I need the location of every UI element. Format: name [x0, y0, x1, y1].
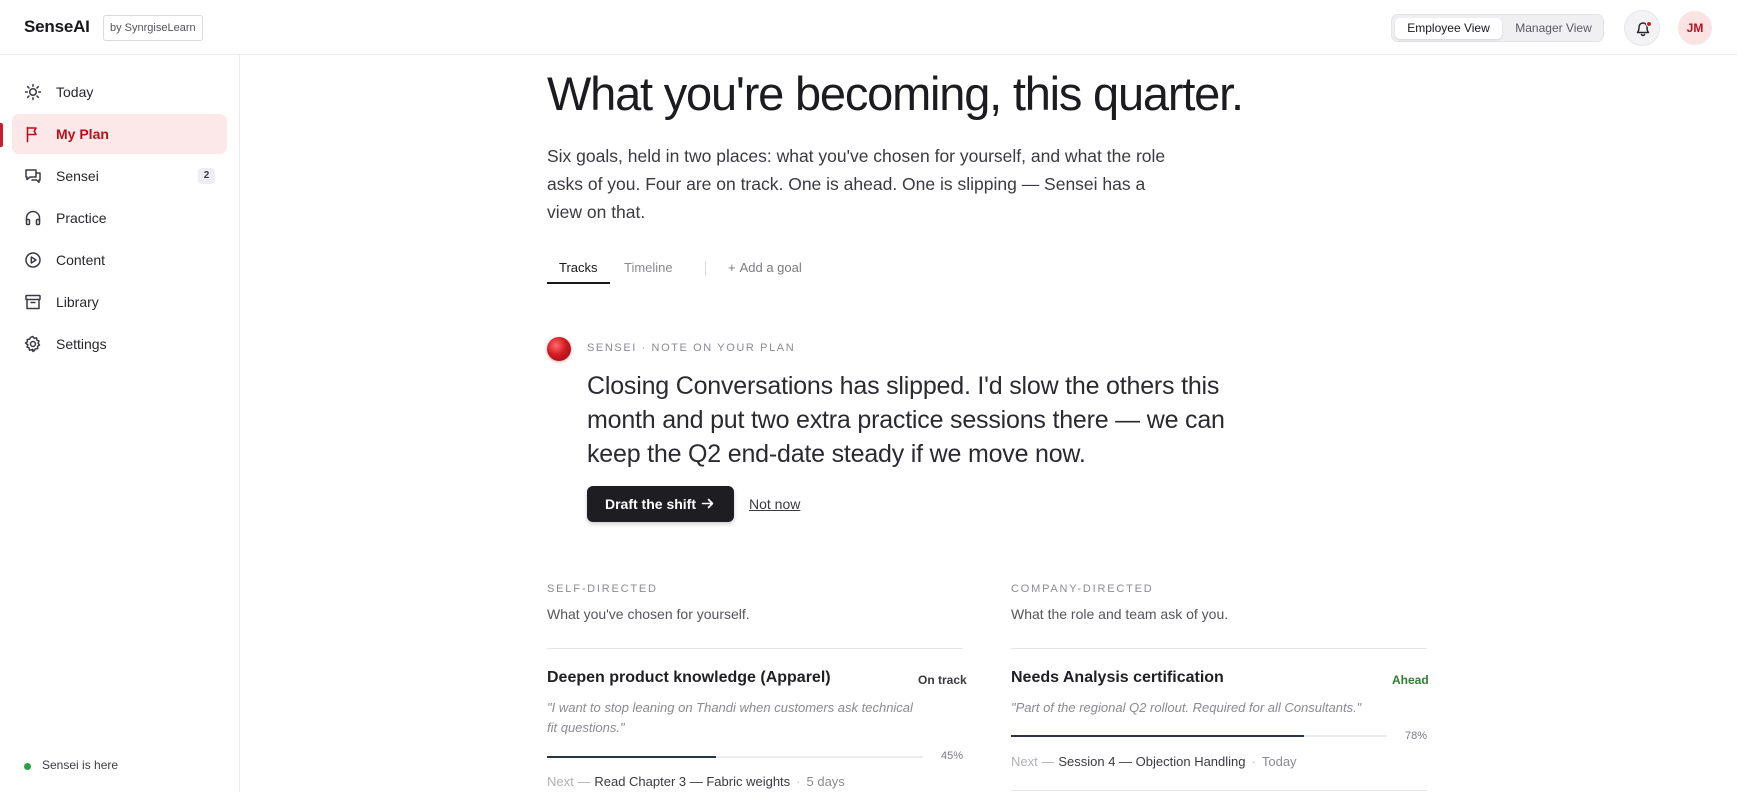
sensei-status-text: Sensei is here	[42, 758, 119, 772]
progress-fill	[547, 756, 717, 758]
next-prefix: Next —	[547, 774, 591, 789]
column-label: SELF-DIRECTED	[547, 583, 658, 595]
sidebar: Today My Plan Sensei 2 Practice Content	[0, 55, 240, 792]
sidebar-item-label: Settings	[56, 336, 107, 352]
tab-tracks[interactable]: Tracks	[547, 260, 610, 284]
flag-icon	[26, 126, 37, 143]
draft-shift-label: Draft the shift	[605, 496, 696, 512]
notification-dot	[1646, 21, 1652, 27]
next-step-due: Today	[1261, 754, 1297, 769]
notifications-button[interactable]	[1624, 10, 1660, 46]
avatar[interactable]: JM	[1678, 11, 1712, 45]
separator: ·	[796, 774, 801, 789]
add-goal-button[interactable]: + Add a goal	[728, 260, 802, 275]
sidebar-item-label: Content	[56, 252, 106, 268]
column-subtitle: What you've chosen for yourself.	[547, 606, 750, 622]
status-badge: On track	[918, 673, 967, 687]
goal-quote: "Part of the regional Q2 rollout. Requir…	[1011, 700, 1362, 715]
archive-icon	[25, 294, 41, 310]
sidebar-item-label: Library	[56, 294, 99, 310]
sidebar-item-content[interactable]: Content	[12, 240, 227, 280]
plus-icon: +	[728, 260, 736, 275]
tab-timeline[interactable]: Timeline	[612, 260, 685, 284]
sidebar-item-today[interactable]: Today	[12, 72, 227, 112]
gear-icon	[24, 335, 41, 353]
not-now-link[interactable]: Not now	[749, 496, 800, 512]
note-label: SENSEI · NOTE ON YOUR PLAN	[587, 342, 796, 354]
next-step-due: 5 days	[806, 774, 845, 789]
sensei-orb-icon	[547, 337, 571, 361]
tab-divider	[705, 261, 706, 276]
manager-view-button[interactable]: Manager View	[1505, 18, 1602, 39]
sidebar-item-label: My Plan	[56, 126, 109, 142]
chat-icon	[25, 169, 41, 184]
draft-shift-button[interactable]: Draft the shift	[587, 486, 734, 522]
add-goal-label: Add a goal	[739, 260, 802, 275]
online-dot	[24, 763, 31, 770]
column-divider	[1011, 648, 1427, 649]
next-step[interactable]: Next — Read Chapter 3 — Fabric weights · 5 …	[547, 774, 845, 789]
sidebar-item-practice[interactable]: Practice	[12, 198, 227, 238]
sensei-note: Closing Conversations has slipped. I'd s…	[587, 372, 1225, 468]
sidebar-item-label: Practice	[56, 210, 107, 226]
column-label: COMPANY-DIRECTED	[1011, 583, 1154, 595]
column-subtitle: What the role and team ask of you.	[1011, 606, 1229, 622]
progress-percent: 78%	[1405, 730, 1428, 742]
card-divider	[1011, 790, 1427, 791]
sun-icon	[24, 83, 42, 101]
next-step-label: Session 4 — Objection Handling	[1058, 754, 1246, 769]
sidebar-item-my-plan[interactable]: My Plan	[12, 114, 227, 154]
progress-track	[1011, 735, 1387, 737]
page-title: What you're becoming, this quarter.	[547, 67, 1244, 120]
sidebar-item-label: Sensei	[56, 168, 99, 184]
sidebar-item-sensei[interactable]: Sensei 2	[12, 156, 227, 196]
separator: ·	[1251, 754, 1256, 769]
employee-view-button[interactable]: Employee View	[1395, 18, 1502, 39]
active-indicator	[0, 123, 3, 147]
sidebar-item-settings[interactable]: Settings	[12, 324, 227, 364]
page-subtitle: Six goals, held in two places: what you'…	[547, 146, 1166, 222]
progress-track	[547, 756, 923, 758]
brand-tag: by SynrgiseLearn	[103, 15, 203, 41]
goal-quote: "I want to stop leaning on Thandi when c…	[547, 700, 913, 735]
top-bar: SenseAI by SynrgiseLearn Employee View M…	[0, 0, 1737, 55]
plan-tabs: Tracks Timeline + Add a goal	[547, 258, 847, 284]
goal-title[interactable]: Needs Analysis certification	[1011, 669, 1224, 687]
play-circle-icon	[25, 252, 41, 268]
view-toggle: Employee View Manager View	[1391, 14, 1604, 42]
brand-logo[interactable]: SenseAI	[24, 17, 90, 37]
next-prefix: Next —	[1011, 754, 1055, 769]
next-step[interactable]: Next — Session 4 — Objection Handling · Tod…	[1011, 754, 1297, 769]
next-step-label: Read Chapter 3 — Fabric weights	[594, 774, 791, 789]
sidebar-item-label: Today	[56, 84, 94, 100]
headphones-icon	[25, 210, 41, 226]
goal-title[interactable]: Deepen product knowledge (Apparel)	[547, 669, 831, 687]
progress-percent: 45%	[941, 750, 964, 762]
status-badge: Ahead	[1392, 673, 1429, 687]
unread-badge: 2	[198, 168, 215, 184]
column-divider	[547, 648, 963, 649]
sidebar-item-library[interactable]: Library	[12, 282, 227, 322]
arrow-right-icon	[701, 498, 714, 509]
progress-fill	[1011, 735, 1305, 737]
